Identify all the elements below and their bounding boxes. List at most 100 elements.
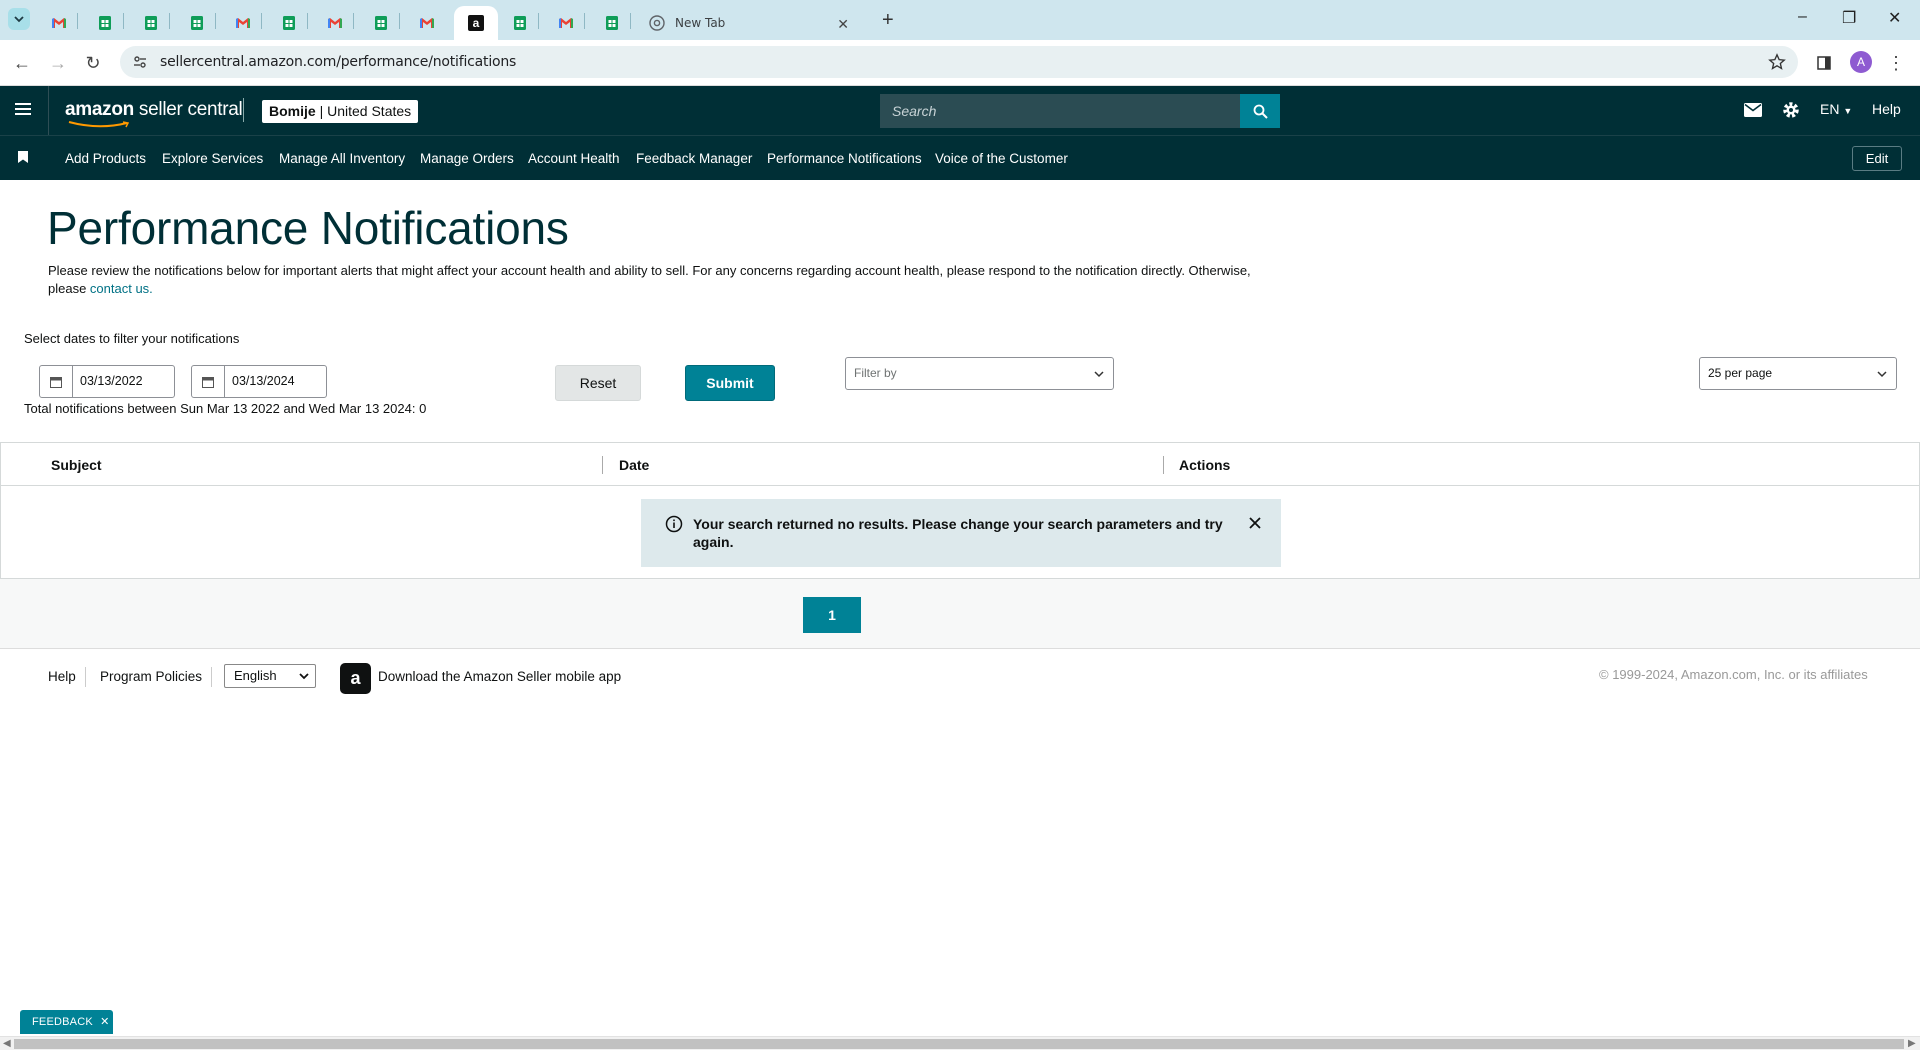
search-icon [1253, 104, 1268, 119]
tab-separator [215, 13, 216, 29]
browser-tab[interactable] [270, 6, 307, 40]
browser-tab[interactable] [224, 6, 261, 40]
forward-icon[interactable]: → [46, 51, 70, 75]
nav-explore-services[interactable]: Explore Services [162, 151, 263, 166]
close-window-icon[interactable]: ✕ [1888, 8, 1901, 28]
tab-new-tab[interactable]: New Tab ✕ [639, 6, 861, 40]
address-bar[interactable]: sellercentral.amazon.com/performance/not… [120, 46, 1798, 78]
back-icon[interactable]: ← [10, 51, 34, 75]
footer-help-link[interactable]: Help [48, 669, 76, 684]
tab-separator [630, 13, 631, 29]
browser-menu-icon[interactable]: ⋮ [1884, 51, 1908, 75]
scroll-left-icon[interactable]: ◀ [3, 1038, 11, 1049]
column-header-actions: Actions [1179, 457, 1231, 473]
browser-tab[interactable] [178, 6, 215, 40]
footer-divider [211, 667, 212, 687]
new-tab-button[interactable]: + [882, 10, 894, 30]
close-tab-icon[interactable]: ✕ [837, 16, 849, 33]
footer-program-policies-link[interactable]: Program Policies [100, 669, 202, 684]
nav-performance-notifications[interactable]: Performance Notifications [767, 151, 922, 166]
column-divider [1163, 456, 1164, 474]
per-page-select[interactable]: 25 per page [1699, 357, 1897, 390]
hamburger-menu-icon[interactable] [15, 102, 31, 116]
feedback-tab[interactable]: FEEDBACK ✕ [20, 1010, 113, 1034]
sheets-icon [190, 16, 203, 30]
info-icon [665, 515, 683, 533]
nav-voice-of-the-customer[interactable]: Voice of the Customer [935, 151, 1068, 166]
calendar-icon[interactable] [192, 366, 225, 397]
header-help-link[interactable]: Help [1872, 101, 1901, 117]
browser-tab[interactable] [593, 6, 630, 40]
page-button-current[interactable]: 1 [803, 597, 861, 633]
footer-divider [85, 667, 86, 687]
end-date-picker[interactable]: 03/13/2024 [191, 365, 327, 398]
copyright-text: © 1999-2024, Amazon.com, Inc. or its aff… [1599, 667, 1868, 682]
nav-add-products[interactable]: Add Products [65, 151, 146, 166]
sheets-icon [144, 16, 157, 30]
browser-tab[interactable] [316, 6, 353, 40]
minimize-icon[interactable]: – [1798, 8, 1807, 26]
nav-manage-orders[interactable]: Manage Orders [420, 151, 514, 166]
bookmark-icon[interactable] [18, 151, 28, 163]
side-panel-icon[interactable] [1812, 51, 1836, 75]
chevron-down-icon [1094, 371, 1104, 378]
browser-tab[interactable]: a [454, 6, 498, 40]
account-switcher[interactable]: Bomije | United States [262, 100, 419, 123]
seller-central-logo[interactable]: amazon seller central [65, 99, 243, 128]
nav-account-health[interactable]: Account Health [528, 151, 620, 166]
browser-tab[interactable] [501, 6, 538, 40]
browser-tab[interactable] [408, 6, 445, 40]
mail-icon[interactable] [1744, 103, 1762, 117]
contact-us-link[interactable]: contact us. [90, 281, 153, 296]
submit-button[interactable]: Submit [685, 365, 775, 401]
download-app-link[interactable]: Download the Amazon Seller mobile app [378, 669, 621, 684]
tab-search-button[interactable] [8, 8, 30, 30]
sheets-icon [513, 16, 526, 30]
column-header-date[interactable]: Date [619, 457, 649, 473]
nav-feedback-manager[interactable]: Feedback Manager [636, 151, 752, 166]
seller-app-icon[interactable]: a [340, 663, 371, 694]
browser-tab[interactable] [132, 6, 169, 40]
language-menu[interactable]: EN ▼ [1820, 101, 1852, 117]
gear-icon[interactable] [1782, 101, 1800, 119]
search-button[interactable] [1240, 94, 1280, 128]
page-title: Performance Notifications [47, 202, 569, 254]
start-date-picker[interactable]: 03/13/2022 [39, 365, 175, 398]
close-icon[interactable] [1247, 515, 1263, 531]
scroll-right-icon[interactable]: ▶ [1908, 1038, 1916, 1049]
sheets-icon [98, 16, 111, 30]
no-results-message: Your search returned no results. Please … [693, 516, 1223, 550]
edit-nav-button[interactable]: Edit [1852, 146, 1902, 171]
account-name: Bomije [269, 103, 316, 119]
gmail-icon [327, 18, 342, 28]
nav-manage-all-inventory[interactable]: Manage All Inventory [279, 151, 405, 166]
filter-by-select[interactable]: Filter by [845, 357, 1114, 390]
date-filter-label: Select dates to filter your notification… [24, 331, 240, 346]
footer-language-select[interactable]: English [224, 664, 316, 688]
calendar-icon[interactable] [40, 366, 73, 397]
logo-amazon-text: amazon [65, 99, 134, 120]
amazon-icon: a [468, 15, 484, 31]
scrollbar-thumb[interactable] [14, 1039, 1904, 1049]
site-settings-icon[interactable] [132, 54, 148, 70]
start-date-field[interactable]: 03/13/2022 [73, 366, 143, 397]
browser-tab[interactable] [362, 6, 399, 40]
reload-icon[interactable]: ↻ [81, 51, 105, 75]
table-header: Subject Date Actions [1, 443, 1919, 486]
url-text: sellercentral.amazon.com/performance/not… [160, 54, 517, 70]
browser-tab[interactable] [86, 6, 123, 40]
screen: a New Tab ✕ + – ❐ ✕ ← → ↻ sellercentral.am… [0, 0, 1920, 1050]
restore-icon[interactable]: ❐ [1842, 8, 1856, 28]
end-date-field[interactable]: 03/13/2024 [225, 366, 295, 397]
column-header-subject[interactable]: Subject [51, 457, 102, 473]
profile-avatar[interactable]: A [1850, 51, 1872, 73]
reset-button[interactable]: Reset [555, 365, 641, 401]
search-input[interactable]: Search [880, 94, 1240, 128]
bookmark-star-icon[interactable] [1768, 53, 1786, 71]
horizontal-scrollbar[interactable]: ◀ ▶ [0, 1036, 1920, 1050]
browser-tab[interactable] [40, 6, 77, 40]
gmail-icon [558, 18, 573, 28]
close-icon[interactable]: ✕ [100, 1016, 109, 1028]
tab-separator [77, 13, 78, 29]
browser-tab[interactable] [547, 6, 584, 40]
